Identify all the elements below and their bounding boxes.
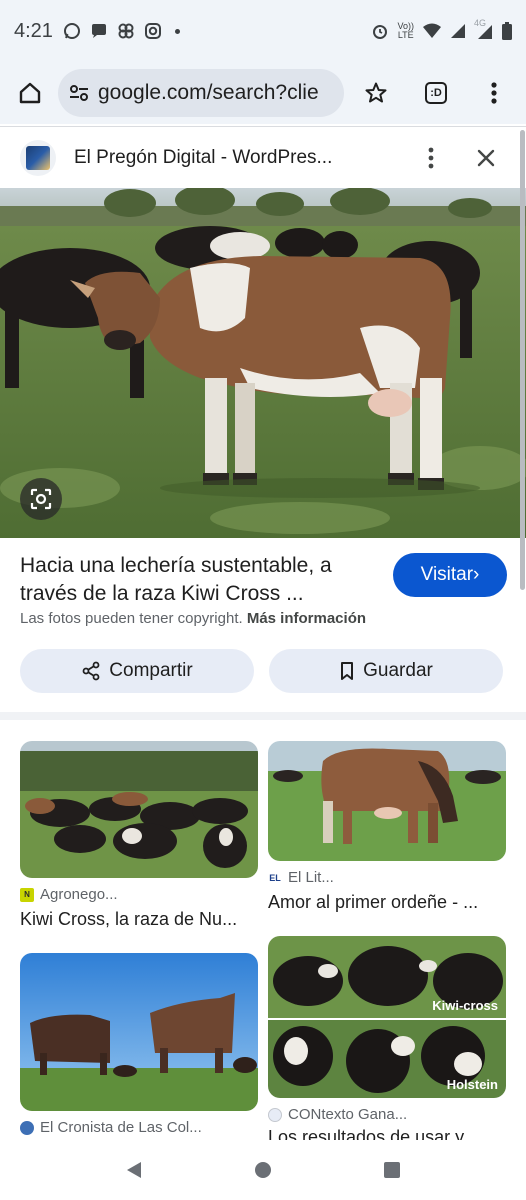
- 4g-signal-icon: 4G: [474, 18, 494, 40]
- system-nav-bar: [0, 1140, 526, 1200]
- close-button[interactable]: [466, 138, 506, 178]
- home-button[interactable]: [10, 73, 50, 113]
- status-bar: 4:21 Vo)) LTE 4G: [0, 0, 526, 62]
- result-caption[interactable]: Los resultados de usar y...: [268, 1127, 506, 1141]
- site-settings-icon[interactable]: [68, 82, 90, 104]
- result-source: N Agronego...: [20, 886, 258, 903]
- more-vert-icon: [491, 82, 497, 104]
- save-button[interactable]: Guardar: [269, 649, 503, 693]
- result-thumbnail[interactable]: [20, 741, 258, 878]
- recents-button[interactable]: [372, 1150, 412, 1190]
- star-icon: [365, 82, 387, 103]
- source-name: El Lit...: [288, 869, 334, 886]
- cow-photo: [0, 188, 526, 538]
- share-icon: [82, 661, 100, 681]
- result-card[interactable]: Kiwi-cross Holstein CONtexto Gana... Los…: [268, 936, 506, 1141]
- save-label: Guardar: [363, 660, 433, 681]
- bookmark-icon: [341, 662, 354, 680]
- share-label: Compartir: [109, 660, 193, 681]
- back-icon: [127, 1162, 142, 1178]
- lens-icon: [30, 488, 52, 510]
- more-vert-icon: [428, 147, 434, 168]
- copyright-notice: Las fotos pueden tener copyright. Más in…: [20, 610, 366, 627]
- source-favicon: EL: [268, 870, 282, 885]
- panel-menu-button[interactable]: [414, 141, 448, 175]
- result-card[interactable]: EL El Lit... Amor al primer ordeñe - ...: [268, 741, 506, 913]
- url-text[interactable]: google.com/search?clie: [98, 81, 319, 105]
- holstein-label: Holstein: [446, 1077, 498, 1092]
- copyright-text: Las fotos pueden tener copyright.: [20, 610, 243, 627]
- circle-home-icon: [254, 1162, 271, 1178]
- image-details: Hacia una lechería sustentable, a través…: [0, 538, 526, 716]
- source-favicon: N: [20, 887, 34, 902]
- url-bar[interactable]: google.com/search?clie: [58, 69, 344, 117]
- share-button[interactable]: Compartir: [20, 649, 254, 693]
- result-thumbnail[interactable]: Kiwi-cross Holstein: [268, 936, 506, 1098]
- source-favicon: [268, 1107, 282, 1122]
- browser-menu-button[interactable]: [474, 73, 514, 113]
- result-thumbnail[interactable]: [20, 953, 258, 1111]
- scrollbar[interactable]: [520, 130, 525, 590]
- image-panel-header: El Pregón Digital - WordPres...: [0, 126, 526, 188]
- pinwheel-icon: [118, 23, 134, 39]
- result-card[interactable]: El Cronista de Las Col...: [20, 953, 258, 1136]
- tab-switcher-button[interactable]: :D: [416, 73, 456, 113]
- battery-icon: [502, 22, 512, 40]
- status-time: 4:21: [14, 19, 53, 42]
- source-favicon-text: EL: [269, 872, 281, 883]
- visit-button[interactable]: Visitar›: [393, 553, 507, 597]
- google-lens-button[interactable]: [20, 478, 62, 520]
- system-icons: Vo)) LTE 4G: [371, 18, 512, 40]
- result-title[interactable]: Hacia una lechería sustentable, a través…: [20, 552, 370, 608]
- result-source: CONtexto Gana...: [268, 1106, 506, 1123]
- home-icon: [19, 82, 41, 104]
- result-caption[interactable]: Kiwi Cross, la raza de Nu...: [20, 909, 258, 930]
- kiwi-cross-label: Kiwi-cross: [432, 998, 498, 1013]
- source-name: CONtexto Gana...: [288, 1106, 408, 1123]
- whatsapp-icon: [63, 23, 80, 39]
- more-info-link[interactable]: Más información: [247, 610, 366, 627]
- site-title[interactable]: El Pregón Digital - WordPres...: [74, 147, 384, 169]
- result-card[interactable]: N Agronego... Kiwi Cross, la raza de Nu.…: [20, 741, 258, 930]
- result-source: El Cronista de Las Col...: [20, 1119, 258, 1136]
- source-name: El Cronista de Las Col...: [40, 1119, 202, 1136]
- recents-icon: [383, 1162, 400, 1178]
- back-button[interactable]: [114, 1150, 154, 1190]
- volte-label-bottom: LTE: [397, 30, 414, 40]
- wifi-icon: [423, 23, 441, 38]
- source-favicon: [20, 1120, 34, 1135]
- source-favicon-text: N: [24, 890, 30, 899]
- signal-icon: [451, 24, 465, 38]
- bookmark-button[interactable]: [356, 73, 396, 113]
- home-nav-button[interactable]: [243, 1150, 283, 1190]
- source-name: Agronego...: [40, 886, 118, 903]
- browser-toolbar: google.com/search?clie :D: [0, 62, 526, 124]
- favicon-image: [26, 145, 50, 170]
- site-favicon: [20, 139, 56, 176]
- result-thumbnail[interactable]: [268, 741, 506, 861]
- instagram-icon: [144, 23, 161, 39]
- caption-clip: Los resultados de usar y...: [268, 1127, 506, 1141]
- hero-image[interactable]: [0, 188, 526, 538]
- alarm-icon: [373, 25, 388, 39]
- close-icon: [477, 149, 495, 166]
- section-divider: [0, 712, 526, 720]
- chat-icon: [91, 24, 106, 38]
- notification-icons: [63, 22, 180, 40]
- tab-count: :D: [425, 82, 447, 104]
- dot-icon: [174, 28, 180, 34]
- volte-icon: Vo)) LTE: [397, 22, 414, 40]
- result-caption[interactable]: Amor al primer ordeñe - ...: [268, 892, 506, 913]
- result-source: EL El Lit...: [268, 869, 506, 886]
